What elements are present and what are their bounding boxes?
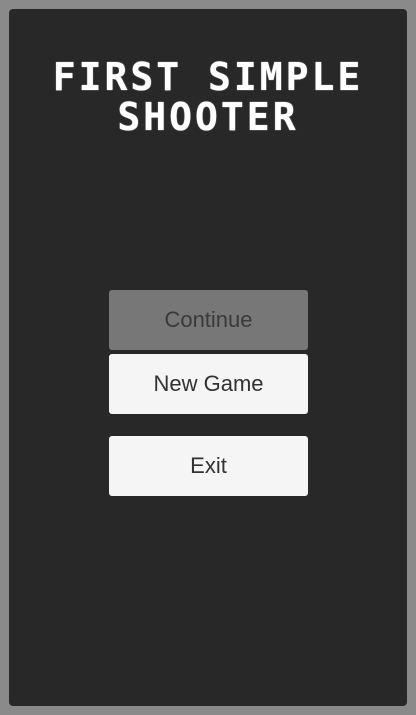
game-title: FIRST SIMPLE SHOOTER [9, 57, 407, 137]
continue-button[interactable]: Continue [109, 290, 308, 350]
exit-button[interactable]: Exit [109, 436, 308, 496]
game-title-line-2: SHOOTER [117, 95, 299, 139]
new-game-button[interactable]: New Game [109, 354, 308, 414]
game-title-line-1: FIRST SIMPLE [52, 55, 364, 99]
main-menu-panel: FIRST SIMPLE SHOOTER Continue New Game E… [9, 9, 407, 706]
